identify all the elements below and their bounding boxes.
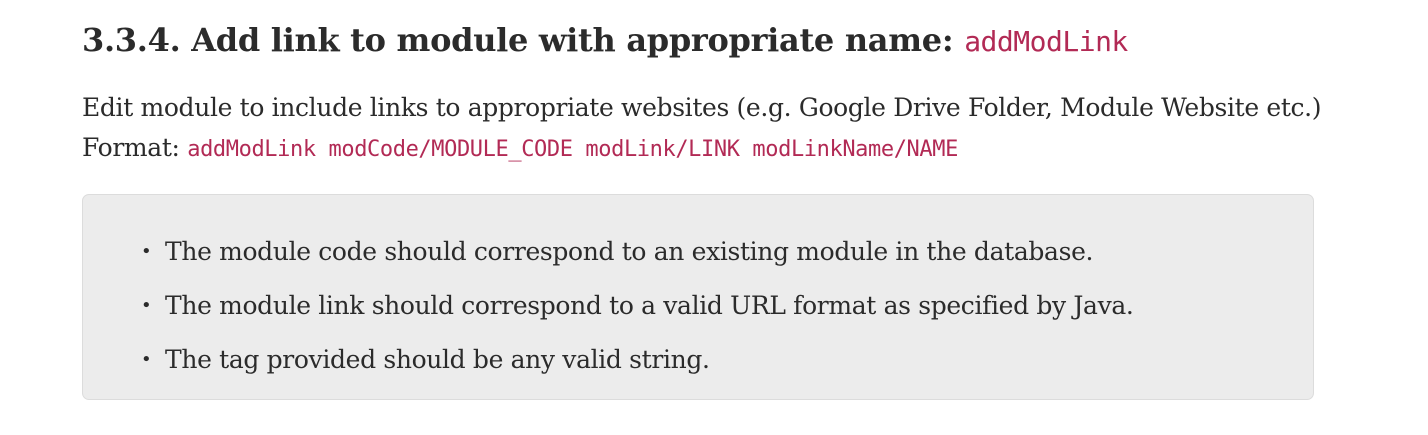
notes-callout-box: • The module code should correspond to a… <box>82 194 1314 400</box>
list-item-text: The module link should correspond to a v… <box>165 291 1134 320</box>
list-item: • The module code should correspond to a… <box>141 225 1134 279</box>
format-label: Format: <box>82 133 188 162</box>
bullet-icon: • <box>141 349 152 370</box>
list-item: • The tag provided should be any valid s… <box>141 333 1134 387</box>
list-item-text: The tag provided should be any valid str… <box>165 345 710 374</box>
description-text: Edit module to include links to appropri… <box>82 93 1322 122</box>
heading-text: 3.3.4. Add link to module with appropria… <box>82 21 965 59</box>
command-description: Edit module to include links to appropri… <box>82 88 1322 170</box>
heading-command-code: addModLink <box>964 25 1128 58</box>
bullet-icon: • <box>141 295 152 316</box>
bullet-icon: • <box>141 241 152 262</box>
list-item: • The module link should correspond to a… <box>141 279 1134 333</box>
list-item-text: The module code should correspond to an … <box>165 237 1094 266</box>
format-code: addModLink modCode/MODULE_CODE modLink/L… <box>187 137 958 162</box>
notes-list: • The module code should correspond to a… <box>141 225 1134 387</box>
section-heading: 3.3.4. Add link to module with appropria… <box>82 18 1128 64</box>
